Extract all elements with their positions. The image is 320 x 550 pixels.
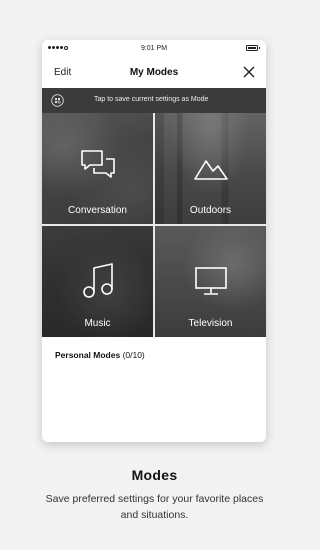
banner-text: Tap to save current settings as Mode <box>94 96 209 103</box>
save-mode-icon <box>51 94 64 107</box>
mode-tile-outdoors[interactable]: Outdoors <box>155 113 266 224</box>
phone-screen: 9:01 PM Edit My Modes Tap to save curren… <box>42 40 266 442</box>
television-icon <box>194 267 227 295</box>
battery-icon <box>246 45 260 51</box>
status-bar: 9:01 PM <box>42 40 266 58</box>
mode-label: Music <box>84 318 111 329</box>
music-note-icon <box>82 263 113 298</box>
personal-modes-label: Personal Modes <box>55 350 121 360</box>
modes-grid: Conversation Outdoors Music Television <box>42 113 266 337</box>
personal-modes-count: (0/10) <box>122 350 145 360</box>
mountain-icon <box>193 160 228 180</box>
page-title: My Modes <box>129 67 179 78</box>
feature-caption: Modes Save preferred settings for your f… <box>0 467 309 523</box>
mode-tile-conversation[interactable]: Conversation <box>42 113 153 224</box>
close-icon[interactable] <box>241 64 257 80</box>
nav-bar: Edit My Modes <box>42 58 266 88</box>
mode-label: Outdoors <box>189 205 232 216</box>
caption-subtitle: Save preferred settings for your favorit… <box>45 493 264 521</box>
caption-title: Modes <box>131 467 178 483</box>
mode-tile-television[interactable]: Television <box>155 226 266 337</box>
mode-tile-music[interactable]: Music <box>42 226 153 337</box>
chat-bubbles-icon <box>80 150 115 178</box>
mode-label: Television <box>188 318 233 329</box>
save-mode-banner[interactable]: Tap to save current settings as Mode <box>42 88 266 113</box>
personal-modes-header: Personal Modes (0/10) <box>42 337 266 373</box>
mode-label: Conversation <box>68 205 127 216</box>
status-time: 9:01 PM <box>140 45 168 52</box>
